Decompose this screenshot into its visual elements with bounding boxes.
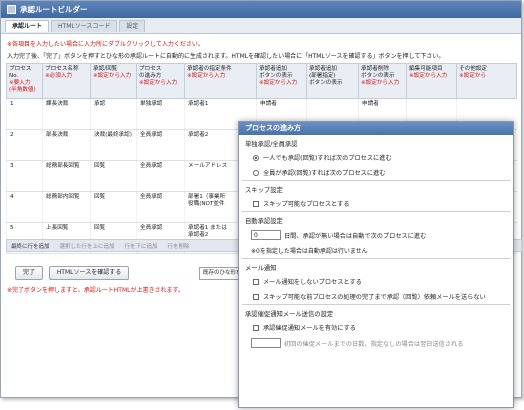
done-button[interactable]: 完了 — [15, 266, 43, 280]
instruction-message: 入力完了後、「完了」ボタンを押すとひな形の承認ルートに自動的に生成されます。HT… — [7, 53, 445, 60]
option-all-approve[interactable]: 全員が承認(回覧)すれば次のプロセスに進む — [239, 165, 513, 180]
col-header[interactable]: 承認/回覧 ※設定から入力 — [90, 63, 137, 99]
table-cell[interactable]: 部長決裁 — [42, 129, 91, 161]
required-message: ※各項目を入力したい場合に入力所にダブルクリックして入力ください。 — [7, 41, 204, 48]
auto-days-label: 日間、承認が無い場合は自動で次のプロセスに進む — [284, 232, 427, 240]
tab-settings[interactable]: 設定 — [119, 20, 146, 32]
tab-html-source[interactable]: HTMLソースコード — [51, 20, 118, 32]
col-header[interactable]: 承認者の指定条件 ※設定から入力 — [184, 63, 257, 99]
option-label: 承認催促通知メールを有効にする — [263, 325, 356, 332]
section-skip: スキップ設定 — [245, 187, 283, 194]
auto-approve-row: 0 日間、承認が無い場合は自動で次のプロセスに進む — [239, 227, 513, 243]
option-no-mail[interactable]: メール通知をしないプロセスとする — [239, 274, 513, 289]
option-remind[interactable]: 承認催促通知メールを有効にする — [239, 320, 513, 335]
process-flow-dialog: プロセスの進み方 単独承認/全員承認 一人でも承認(回覧)すれば次のプロセスに進… — [238, 121, 514, 408]
option-label: メール通知をしないプロセスとする — [263, 279, 362, 286]
checkbox-icon[interactable] — [253, 293, 259, 300]
table-cell[interactable]: 1 — [6, 98, 43, 130]
col-header[interactable]: 承認者追加 (部署指定) ボタンの表示 — [306, 63, 359, 99]
dialog-title: プロセスの進み方 — [239, 122, 513, 135]
option-label: スキップ可能なプロセスとする — [263, 201, 350, 208]
table-cell[interactable]: 3 — [6, 160, 43, 192]
table-cell[interactable]: 回覧 — [90, 191, 137, 223]
window-titlebar: 承認ルートビルダー — [1, 1, 521, 18]
table-cell[interactable]: 全員承認 — [136, 160, 185, 192]
remind-days-input[interactable] — [251, 338, 281, 348]
table-cell[interactable]: 全員承認 — [136, 129, 185, 161]
checkbox-icon[interactable] — [253, 278, 259, 285]
remind-row: 初回の催促メールまでの日数。指定なしの場合は翌日送信される — [239, 335, 513, 351]
table-cell[interactable]: 2 — [6, 129, 43, 161]
section-single-all: 単独承認/全員承認 — [245, 141, 298, 148]
col-header[interactable]: プロセスNo. ※要入力 (半角数値) — [6, 63, 43, 99]
option-skip[interactable]: スキップ可能なプロセスとする — [239, 196, 513, 211]
section-auto-approve: 自動承認設定 — [245, 218, 283, 225]
option-any-approve[interactable]: 一人でも承認(回覧)すれば次のプロセスに進む — [239, 150, 513, 165]
add-last-row-button[interactable]: 最終に行を追加 — [11, 242, 50, 250]
col-header[interactable]: 編集可能項目 ※設定から入力 — [406, 63, 457, 99]
col-header[interactable]: その他設定 ※設定から — [456, 63, 517, 99]
app-icon — [7, 5, 16, 14]
check-html-button[interactable]: HTMLソースを確認する — [49, 266, 129, 280]
col-header[interactable]: 承認者削除 ボタンの表示 ※設定から入力 — [358, 63, 407, 99]
tab-approval-route[interactable]: 承認ルート — [5, 20, 50, 32]
col-header[interactable]: プロセス名称 ※必須入力 — [42, 63, 91, 99]
option-label: 一人でも承認(回覧)すれば次のプロセスに進む — [263, 155, 392, 162]
col-header[interactable]: プロセス の進み方 ※設定から入力 — [136, 63, 185, 99]
table-header-row: プロセスNo. ※要入力 (半角数値) プロセス名称 ※必須入力 承認/回覧 ※設定から… — [6, 63, 517, 99]
section-remind: 承認催促通知メール送信の設定 — [245, 311, 334, 318]
table-cell[interactable]: 課長決裁 — [42, 98, 91, 130]
auto-approve-note: ※0を指定した場合は自動承認は行いません — [251, 248, 368, 255]
checkbox-icon[interactable] — [253, 200, 259, 207]
table-cell[interactable]: 全員承認 — [136, 191, 185, 223]
option-label: 全員が承認(回覧)すれば次のプロセスに進む — [263, 170, 386, 177]
footer-note: ※完了ボタンを押しますと、承認ルートHTMLが上書きされます。 — [7, 287, 184, 294]
table-cell[interactable]: 単独承認 — [136, 98, 185, 130]
table-cell[interactable]: 4 — [6, 191, 43, 223]
table-cell[interactable]: 総務部長回覧 — [42, 160, 91, 192]
remind-days-label: 初回の催促メールまでの日数。指定なしの場合は翌日送信される — [284, 340, 464, 348]
radio-selected-icon[interactable] — [253, 154, 259, 161]
radio-icon[interactable] — [253, 169, 259, 176]
checkbox-icon[interactable] — [253, 324, 259, 331]
table-cell[interactable]: 回覧 — [90, 160, 137, 192]
insert-below-button[interactable]: 行を下に追加 — [125, 242, 158, 250]
option-label: スキップ可能な前プロセスの処理の完了まで承認（回覧）依頼メールを送らない — [263, 294, 486, 301]
col-header[interactable]: 承認者追加 ボタンの表示 ※設定から入力 — [256, 63, 307, 99]
table-cell[interactable]: 総務部内回覧 — [42, 191, 91, 223]
table-cell[interactable]: 決裁(最終承認) — [90, 129, 137, 161]
tab-bar: 承認ルート HTMLソースコード 設定 — [1, 18, 521, 34]
insert-above-button[interactable]: 選択した行を上に追加 — [60, 242, 115, 250]
delete-row-button[interactable]: 行を削除 — [168, 242, 190, 250]
option-defer-mail[interactable]: スキップ可能な前プロセスの処理の完了まで承認（回覧）依頼メールを送らない — [239, 289, 513, 304]
section-mail: メール通知 — [245, 265, 277, 272]
auto-days-input[interactable]: 0 — [251, 230, 281, 240]
table-cell[interactable]: 承認 — [90, 98, 137, 130]
window-title: 承認ルートビルダー — [20, 5, 88, 14]
